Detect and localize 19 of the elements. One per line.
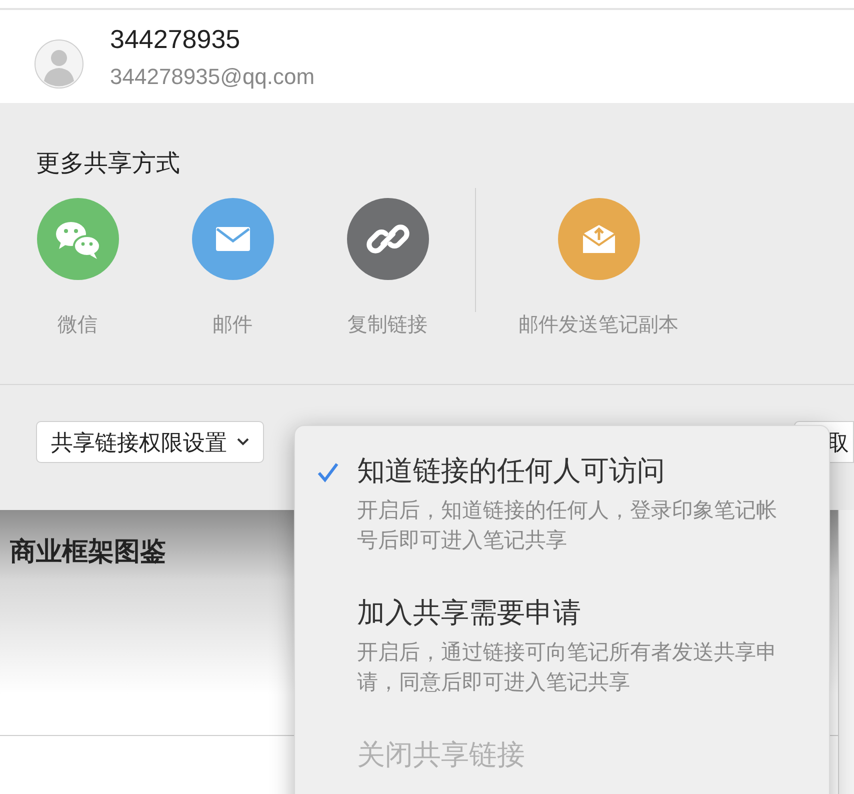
menu-item-description: 开启后，知道链接的任何人，登录印象笔记帐号后即可进入笔记共享 bbox=[357, 498, 778, 554]
permission-dropdown[interactable]: 共享链接权限设置 bbox=[36, 421, 264, 463]
share-option-label[interactable]: 邮件发送笔记副本 bbox=[518, 310, 678, 340]
share-option-label[interactable]: 复制链接 bbox=[348, 310, 428, 340]
menu-item-description: 开启后，通过链接可向笔记所有者发送共享申请，同意后即可进入笔记共享 bbox=[357, 640, 778, 696]
section-heading: 更多共享方式 bbox=[35, 149, 181, 179]
chat-bubbles-icon[interactable] bbox=[36, 198, 118, 280]
avatar-icon bbox=[34, 39, 84, 89]
share-option-label[interactable]: 微信 bbox=[58, 310, 98, 340]
menu-item-title[interactable]: 知道链接的任何人可访问 bbox=[357, 454, 665, 488]
envelope-upload-icon[interactable] bbox=[558, 198, 640, 280]
contact-email: 344278935@qq.com bbox=[110, 64, 315, 90]
envelope-icon[interactable] bbox=[192, 198, 274, 280]
link-icon[interactable] bbox=[346, 198, 428, 280]
contact-name: 344278935 bbox=[110, 24, 242, 54]
chevron-down-icon bbox=[237, 438, 249, 446]
note-title: 商业框架图鉴 bbox=[10, 535, 166, 568]
share-option-label[interactable]: 邮件 bbox=[212, 310, 252, 340]
menu-item-title[interactable]: 加入共享需要申请 bbox=[357, 596, 581, 630]
